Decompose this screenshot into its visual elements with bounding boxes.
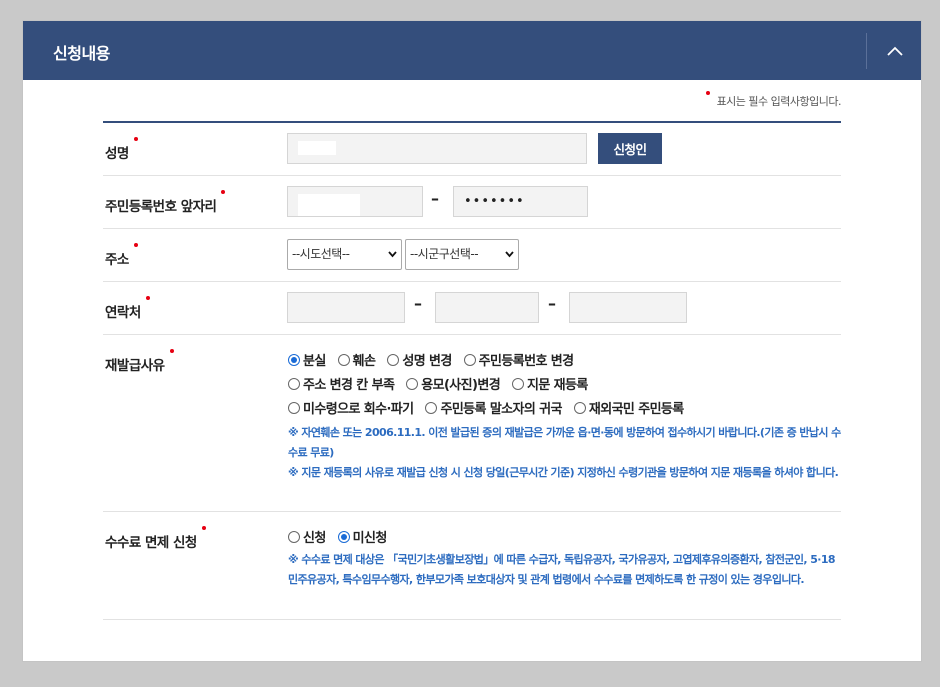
contact-label: 연락처 [105,296,150,321]
chevron-down-icon [388,251,397,258]
phone-separator-1: – [414,294,422,313]
fee-exemption-label: 수수료 면제 신청 [105,526,206,551]
application-form: 성명 신청인 주민등록번호 앞자리 – ••••••• 주소 --시도선택-- … [103,121,841,620]
masked-name [298,141,336,155]
radio-button[interactable] [425,401,438,414]
radio-button[interactable] [573,401,586,414]
phone-part3-input[interactable] [569,292,687,323]
reason-label: 재발급사유 [105,349,174,374]
phone-part2-input[interactable] [435,292,539,323]
row-contact: 연락처 – – [103,282,841,335]
sido-select-value: --시도선택-- [292,247,350,261]
reason-option-photo-change[interactable]: 용모(사진)변경 [406,374,501,393]
reason-options-line-3: 미수령으로 회수·파기 주민등록 말소자의 귀국 재외국민 주민등록 [288,398,692,418]
chevron-down-icon [505,251,514,258]
radio-button[interactable] [288,377,300,390]
radio-button[interactable] [406,377,419,390]
phone-separator-2: – [548,294,556,313]
fee-option-apply[interactable]: 신청 [288,527,326,546]
radio-button[interactable] [337,353,350,366]
applicant-button[interactable]: 신청인 [598,133,662,164]
required-dot [705,91,710,95]
reason-option-fingerprint[interactable]: 지문 재등록 [512,374,588,393]
collapse-button[interactable] [875,31,915,71]
panel-header: 신청내용 [23,21,921,80]
required-dot [201,526,206,530]
resident-number-label: 주민등록번호 앞자리 [105,190,226,215]
reason-option-damaged[interactable]: 훼손 [337,350,376,369]
name-label: 성명 [105,137,138,162]
chevron-up-icon [887,46,903,56]
reason-options-line-1: 분실 훼손 성명 변경 주민등록번호 변경 [288,350,581,370]
required-dot [133,137,138,141]
radio-button[interactable] [288,353,300,366]
phone-part1-input[interactable] [287,292,405,323]
name-input[interactable] [287,133,587,164]
radio-button[interactable] [512,377,525,390]
header-divider [866,33,867,69]
resident-number-front-input[interactable] [287,186,423,217]
fee-option-not-apply[interactable]: 미신청 [337,527,387,546]
required-dot [221,190,226,194]
reason-option-lost[interactable]: 분실 [288,350,326,369]
required-dot [145,296,150,300]
row-fee-exemption: 수수료 면제 신청 신청 미신청 ※ 수수료 면제 대상은 「국민기초생활보장법… [103,512,841,620]
reason-note-1: ※ 자연훼손 또는 2006.11.1. 이전 발급된 증의 재발급은 가까운 … [288,426,841,459]
application-panel: 신청내용 표시는 필수 입력사항입니다. 성명 신청인 주민등록번호 앞자리 –… [22,20,922,662]
reason-option-returnee[interactable]: 주민등록 말소자의 귀국 [425,398,563,417]
radio-button[interactable] [337,530,350,543]
radio-button[interactable] [288,530,300,543]
required-note: 표시는 필수 입력사항입니다. [705,91,842,109]
sigungu-select-value: --시군구선택-- [410,247,479,261]
reason-options-line-2: 주소 변경 칸 부족 용모(사진)변경 지문 재등록 [288,374,596,394]
panel-title: 신청내용 [53,44,110,63]
masked-resident-front [298,194,360,216]
reason-option-overseas-national[interactable]: 재외국민 주민등록 [573,398,684,417]
radio-button[interactable] [387,353,400,366]
sigungu-select[interactable]: --시군구선택-- [405,239,519,270]
fee-exemption-options: 신청 미신청 [288,527,395,547]
reason-option-resident-number-change[interactable]: 주민등록번호 변경 [463,350,574,369]
reason-note-2: ※ 지문 재등록의 사유로 재발급 신청 시 신청 당일(근무시간 기준) 지정… [288,466,839,479]
fee-exemption-note: ※ 수수료 면제 대상은 「국민기초생활보장법」에 따른 수급자, 독립유공자,… [288,553,836,586]
reason-option-unclaimed[interactable]: 미수령으로 회수·파기 [288,398,414,417]
resident-number-back-input[interactable]: ••••••• [453,186,588,217]
sido-select[interactable]: --시도선택-- [287,239,402,270]
radio-button[interactable] [463,353,476,366]
reason-option-address-full[interactable]: 주소 변경 칸 부족 [288,374,395,393]
row-address: 주소 --시도선택-- --시군구선택-- [103,229,841,282]
radio-button[interactable] [288,401,300,414]
required-dot [169,349,174,353]
row-resident-number: 주민등록번호 앞자리 – ••••••• [103,176,841,229]
row-name: 성명 신청인 [103,123,841,176]
required-dot [133,243,138,247]
required-note-text: 표시는 필수 입력사항입니다. [716,95,842,108]
row-reissue-reason: 재발급사유 분실 훼손 성명 변경 주민등록번호 변경 주소 변경 칸 부족 용… [103,335,841,512]
reason-option-name-change[interactable]: 성명 변경 [387,350,452,369]
resident-number-separator: – [431,189,439,208]
address-label: 주소 [105,243,138,268]
